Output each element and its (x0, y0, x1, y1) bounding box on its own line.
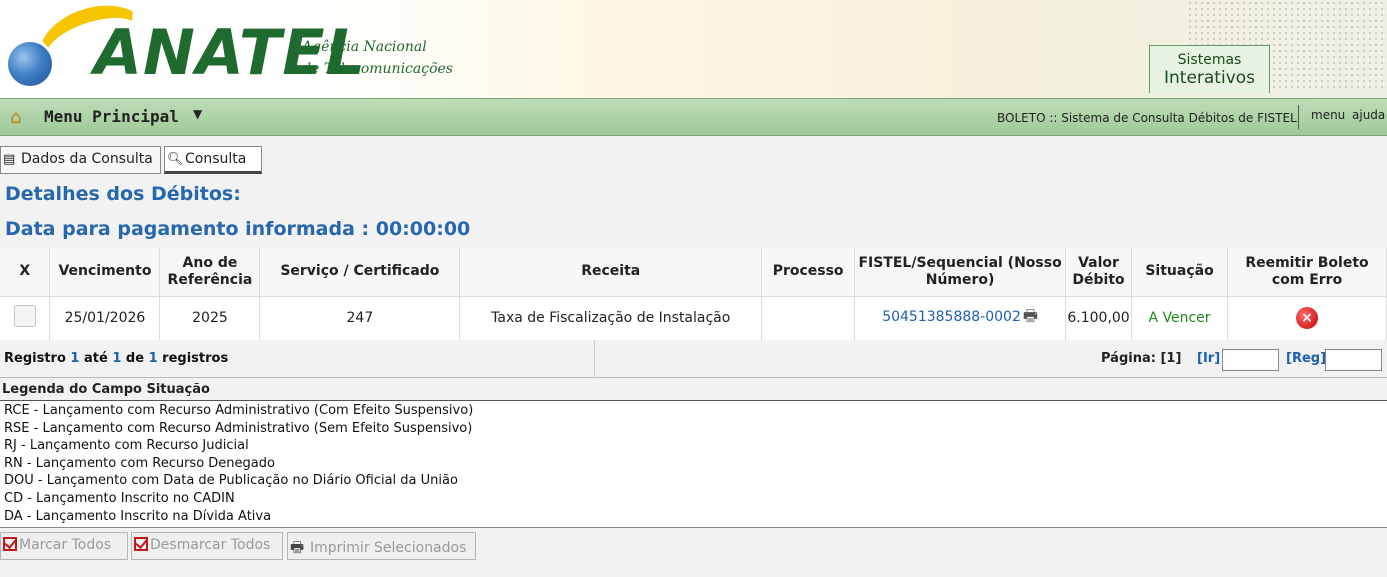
logo-subtitle: Agência Nacional de Telecomunicações (302, 36, 453, 80)
details-heading: Detalhes dos Débitos: (5, 183, 241, 205)
mark-all-button[interactable]: Marcar Todos (0, 532, 128, 560)
mark-all-label: Marcar Todos (19, 537, 112, 553)
legend-item: RJ - Lançamento com Recurso Judicial (4, 438, 249, 454)
record-to: 1 (112, 351, 122, 366)
legend-item: RSE - Lançamento com Recurso Administrat… (4, 420, 473, 436)
cell-reemitir: × (1227, 296, 1387, 341)
cell-servico: 247 (259, 296, 461, 341)
logo-subtitle-line2: de Telecomunicações (302, 61, 453, 77)
form-icon: ▤ (3, 152, 16, 167)
tab-label: Dados da Consulta (21, 151, 153, 167)
record-prefix: Registro (4, 351, 66, 366)
record-from: 1 (70, 351, 80, 366)
pager-divider (594, 340, 595, 378)
fistel-link[interactable]: 50451385888-0002 (882, 309, 1021, 325)
col-header-receita: Receita (459, 248, 763, 297)
interativos-label: Interativos (1163, 68, 1256, 88)
tab-dados-da-consulta[interactable]: ▤ Dados da Consulta (0, 146, 161, 174)
pagination-bar: Registro 1 até 1 de 1 registros Página: … (0, 340, 1387, 378)
row-checkbox[interactable] (13, 305, 36, 327)
ajuda-link[interactable]: ajuda (1352, 108, 1385, 122)
sistemas-label: Sistemas (1177, 52, 1242, 68)
checkbox-checked-icon (134, 537, 148, 551)
logo-subtitle-line1: Agência Nacional (302, 39, 427, 55)
menu-divider (1298, 105, 1299, 129)
legend-item: RCE - Lançamento com Recurso Administrat… (4, 403, 474, 418)
magnifier-icon: 🔍︎ (167, 152, 184, 167)
legend-item: DA - Lançamento Inscrito na Dívida Ativa (4, 508, 272, 524)
go-to-record-link[interactable]: [Reg] (1286, 351, 1326, 366)
record-count: Registro 1 até 1 de 1 registros (4, 351, 228, 366)
legend-item: DOU - Lançamento com Data de Publicação … (4, 473, 458, 489)
print-selected-button[interactable]: 🖶 Imprimir Selecionados (287, 532, 476, 560)
menu-link[interactable]: menu (1311, 108, 1345, 122)
col-header-vencimento: Vencimento (49, 248, 161, 297)
cell-select (0, 296, 51, 341)
cell-valor: 6.100,00 (1065, 296, 1133, 341)
checkbox-checked-icon (3, 537, 17, 551)
col-header-processo: Processo (761, 248, 856, 297)
payment-date-heading: Data para pagamento informada : 00:00:00 (5, 218, 471, 240)
main-content: ▤ Dados da Consulta 🔍︎Consulta Detalhes d… (0, 136, 1387, 577)
printer-icon[interactable]: 🖶 (1023, 305, 1038, 332)
cell-situacao: A Vencer (1131, 296, 1228, 341)
record-mid: até (84, 351, 108, 366)
legend-item: RN - Lançamento com Recurso Denegado (4, 455, 275, 471)
unmark-all-label: Desmarcar Todos (150, 537, 271, 553)
printer-icon: 🖶 (290, 538, 305, 556)
col-header-ano-referencia: Ano de Referência (159, 248, 261, 297)
menu-bar: ⌂ Menu Principal ▼ BOLETO :: Sistema de … (0, 98, 1387, 136)
table-row: 25/01/2026 2025 247 Taxa de Fiscalização… (0, 296, 1387, 341)
page-label: Página: (1101, 351, 1156, 366)
col-header-x: X (0, 248, 51, 297)
record-total: 1 (148, 351, 158, 366)
cell-ano-referencia: 2025 (159, 296, 261, 341)
go-to-page-link[interactable]: [Ir] (1197, 351, 1220, 366)
menu-principal-button[interactable]: Menu Principal (44, 107, 179, 126)
col-header-reemitir: Reemitir Boleto com Erro (1227, 248, 1387, 297)
page-indicator: Página: [1] (1101, 351, 1181, 366)
legend-title: Legenda do Campo Situação (0, 379, 1387, 401)
table-header-row: X Vencimento Ano de Referência Serviço /… (0, 248, 1387, 297)
record-suffix: registros (162, 351, 229, 366)
legend-item: CD - Lançamento Inscrito no CADIN (4, 490, 235, 506)
system-name: BOLETO :: Sistema de Consulta Débitos de… (997, 111, 1297, 125)
unmark-all-button[interactable]: Desmarcar Todos (131, 532, 283, 560)
debits-table: X Vencimento Ano de Referência Serviço /… (0, 248, 1387, 341)
page-value: [1] (1160, 351, 1182, 366)
col-header-valor: Valor Débito (1065, 248, 1133, 297)
page-number-input[interactable] (1222, 349, 1279, 371)
cell-receita: Taxa de Fiscalização de Instalação (459, 296, 763, 341)
cell-fistel: 50451385888-0002 🖶 (854, 296, 1067, 341)
record-of: de (125, 351, 145, 366)
tab-consulta[interactable]: 🔍︎Consulta (164, 146, 262, 174)
col-header-situacao: Situação (1131, 248, 1228, 297)
header: ANATEL Agência Nacional de Telecomunicaç… (0, 0, 1387, 98)
legend-list: RCE - Lançamento com Recurso Administrat… (0, 401, 1387, 528)
error-reissue-icon[interactable]: × (1296, 307, 1318, 329)
tab-label: Consulta (185, 151, 247, 167)
cell-vencimento: 25/01/2026 (49, 296, 161, 341)
col-header-servico: Serviço / Certificado (259, 248, 461, 297)
logo-sphere-icon (8, 42, 52, 86)
cell-processo (761, 296, 856, 341)
record-number-input[interactable] (1325, 349, 1382, 371)
home-icon[interactable]: ⌂ (10, 107, 21, 128)
col-header-fistel: FISTEL/Sequencial (Nosso Número) (854, 248, 1067, 297)
print-selected-label: Imprimir Selecionados (310, 540, 467, 556)
sistemas-interativos-tab[interactable]: Sistemas Interativos (1149, 45, 1270, 93)
chevron-down-icon[interactable]: ▼ (193, 107, 202, 121)
